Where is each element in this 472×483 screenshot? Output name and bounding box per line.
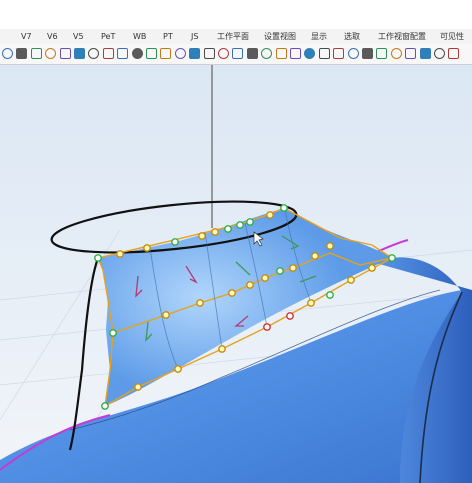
control-point[interactable]	[326, 242, 334, 250]
tab-viewport-layout[interactable]: 工作视窗配置	[378, 29, 426, 44]
control-point[interactable]	[171, 238, 179, 246]
control-point[interactable]	[246, 281, 254, 289]
tab-display[interactable]: 显示	[311, 29, 327, 44]
pencil-icon[interactable]	[362, 48, 373, 59]
control-point[interactable]	[116, 250, 124, 258]
control-point[interactable]	[109, 329, 117, 337]
point-icon[interactable]	[232, 48, 244, 59]
tab-select[interactable]: 选取	[344, 29, 360, 44]
control-point[interactable]	[388, 254, 396, 262]
command-toolbar	[0, 44, 472, 65]
control-point[interactable]	[368, 264, 376, 272]
control-point[interactable]	[198, 232, 206, 240]
control-point[interactable]	[236, 221, 244, 229]
shape-icon[interactable]	[174, 48, 186, 59]
palette-icon[interactable]	[318, 48, 330, 59]
title-bar	[0, 0, 472, 28]
box-icon[interactable]	[160, 48, 172, 59]
control-point[interactable]	[143, 244, 151, 252]
control-point[interactable]	[218, 345, 226, 353]
ring-icon[interactable]	[333, 48, 345, 59]
bucket-icon[interactable]	[376, 48, 388, 59]
flip-icon[interactable]	[405, 48, 417, 59]
tab-pet[interactable]: PeT	[101, 29, 115, 44]
tab-set-view[interactable]: 设置视图	[264, 29, 296, 44]
tab-visibility[interactable]: 可见性	[440, 29, 464, 44]
tab-v7[interactable]: V7	[21, 29, 32, 44]
square-icon[interactable]	[131, 48, 143, 59]
globe-icon[interactable]	[448, 48, 460, 59]
tab-v6[interactable]: V6	[47, 29, 58, 44]
control-point[interactable]	[311, 252, 319, 260]
curve-icon[interactable]	[246, 48, 258, 59]
control-point[interactable]	[263, 323, 271, 331]
control-point[interactable]	[280, 204, 288, 212]
control-point[interactable]	[211, 228, 219, 236]
pen-icon[interactable]	[261, 48, 273, 59]
tab-pt[interactable]: PT	[163, 29, 173, 44]
control-point[interactable]	[224, 225, 232, 233]
circle-icon[interactable]	[2, 48, 13, 59]
surface-icon[interactable]	[74, 48, 85, 59]
control-point[interactable]	[307, 299, 315, 307]
viewport-canvas[interactable]	[0, 65, 472, 483]
arc-icon[interactable]	[390, 48, 402, 59]
command-tab-bar: V7 V6 V5 PeT WB PT JS 工作平面 设置视图 显示 选取 工作…	[0, 29, 472, 44]
control-point[interactable]	[266, 211, 274, 219]
grid-icon[interactable]	[434, 48, 445, 59]
control-point[interactable]	[228, 289, 236, 297]
tab-v5[interactable]: V5	[73, 29, 84, 44]
control-point[interactable]	[286, 312, 294, 320]
control-point[interactable]	[276, 267, 284, 275]
tab-workplane[interactable]: 工作平面	[217, 29, 249, 44]
perspective-viewport[interactable]	[0, 65, 472, 483]
plane-icon[interactable]	[59, 48, 71, 59]
grid-icon[interactable]	[102, 48, 114, 59]
cylinder-icon[interactable]	[30, 48, 42, 59]
control-point[interactable]	[196, 299, 204, 307]
box-icon[interactable]	[304, 48, 316, 59]
sphere-icon[interactable]	[117, 48, 129, 59]
tab-js[interactable]: JS	[191, 29, 198, 44]
control-point[interactable]	[289, 264, 297, 272]
control-point[interactable]	[174, 365, 182, 373]
render-icon[interactable]	[203, 48, 215, 59]
plus-icon[interactable]	[146, 48, 157, 59]
control-point[interactable]	[101, 402, 109, 410]
control-point[interactable]	[347, 276, 355, 284]
control-point[interactable]	[162, 311, 170, 319]
tab-wb[interactable]: WB	[133, 29, 146, 44]
gear-icon[interactable]	[88, 48, 100, 59]
bend-icon[interactable]	[275, 48, 287, 59]
cube-icon[interactable]	[189, 48, 201, 59]
control-point[interactable]	[94, 254, 102, 262]
control-point[interactable]	[134, 383, 142, 391]
control-point[interactable]	[246, 218, 254, 226]
person-icon[interactable]	[419, 48, 431, 59]
scale-icon[interactable]	[218, 48, 229, 59]
move-icon[interactable]	[45, 48, 57, 59]
ball-icon[interactable]	[290, 48, 301, 59]
control-point[interactable]	[261, 274, 269, 282]
control-point[interactable]	[326, 291, 334, 299]
gear-icon[interactable]	[16, 48, 28, 59]
light-icon[interactable]	[347, 48, 359, 59]
